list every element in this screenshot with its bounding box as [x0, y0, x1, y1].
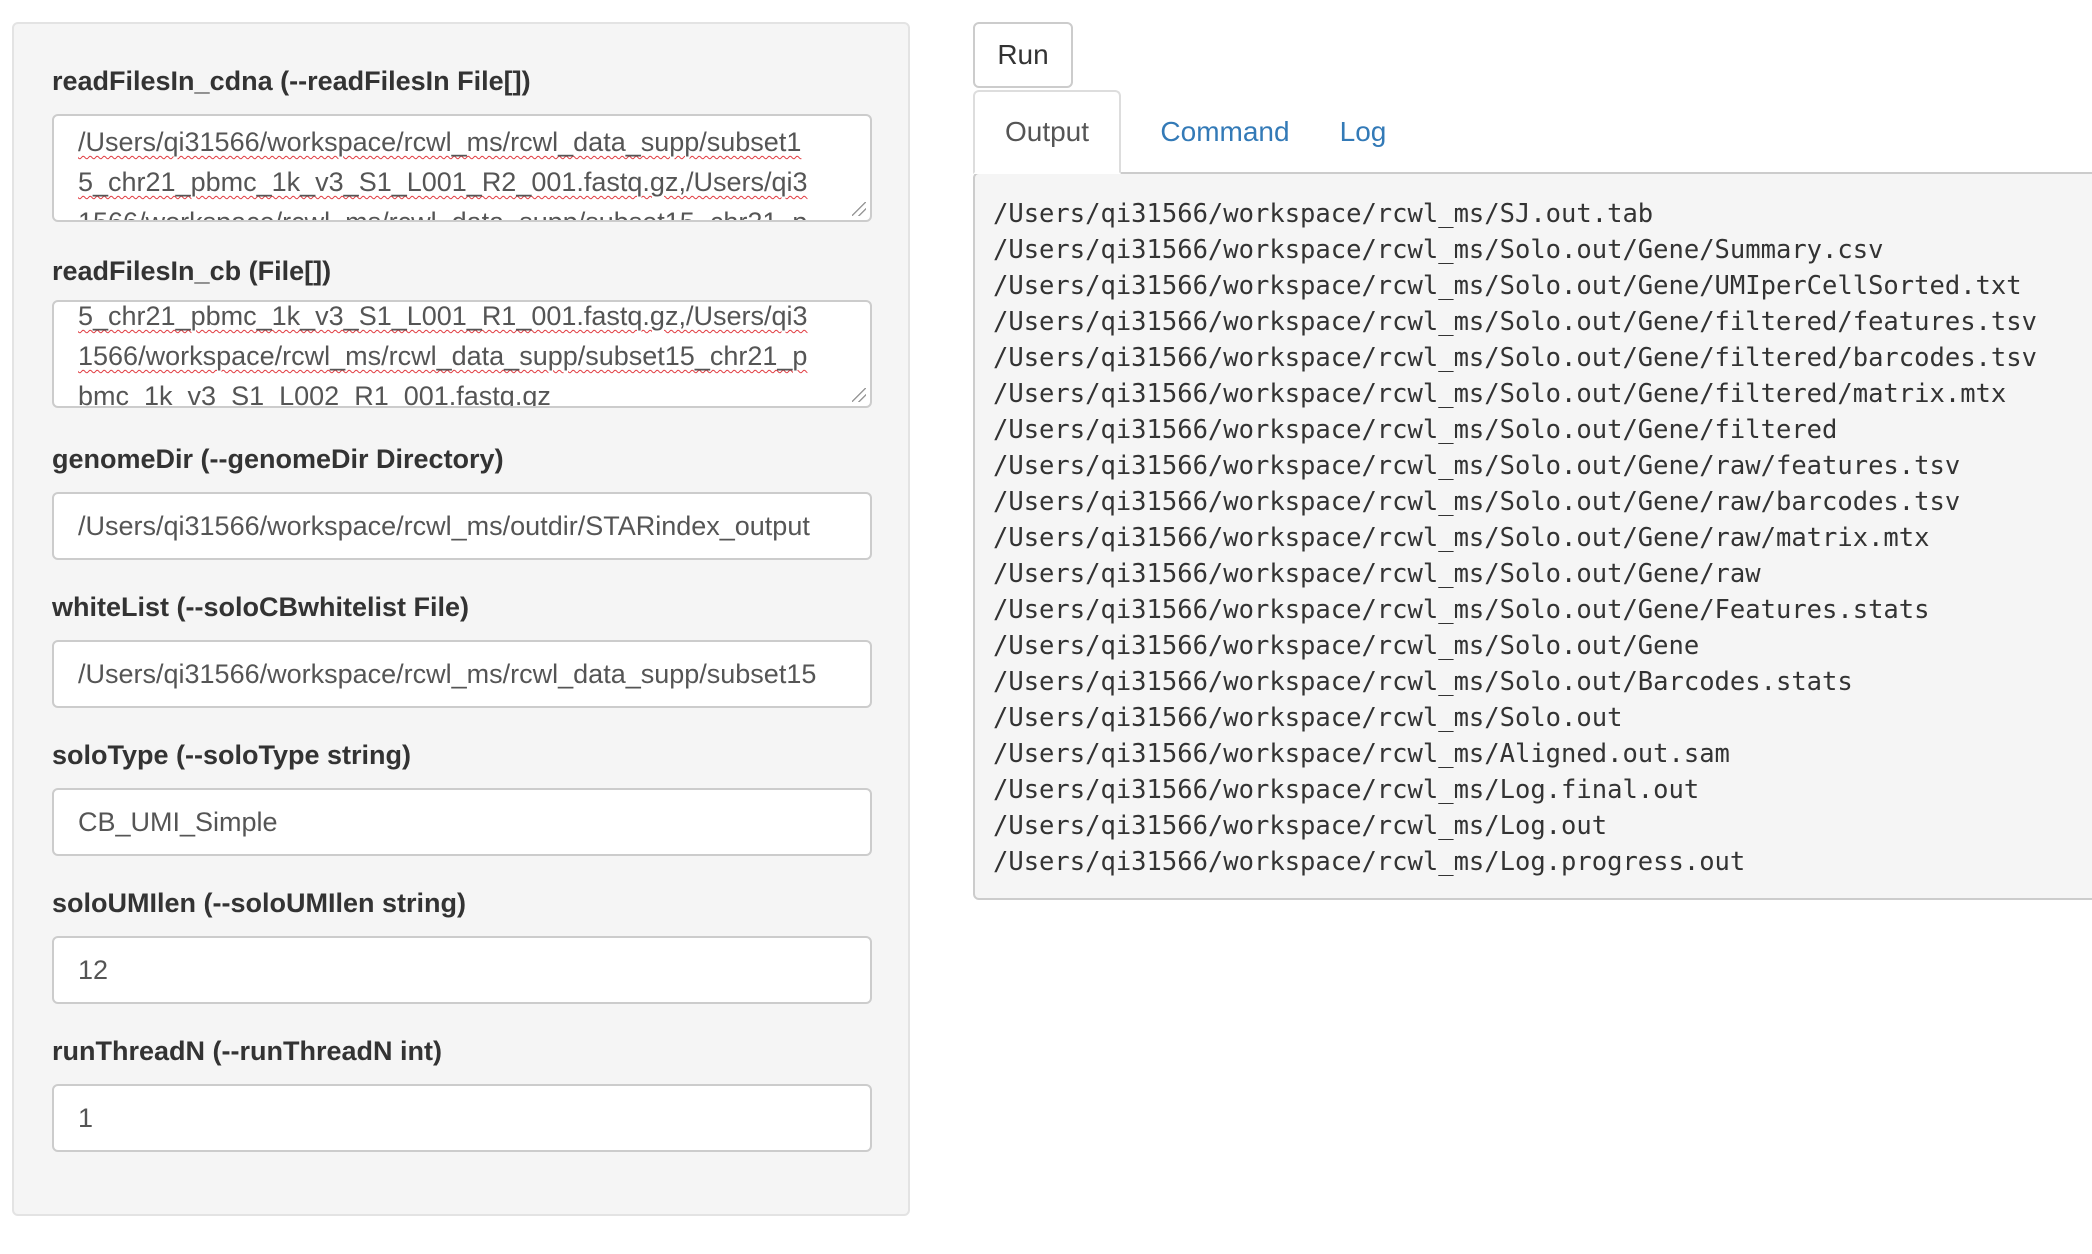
textarea-line: 1566/workspace/rcwl_ms/rcwl_data_supp/su… [78, 207, 808, 222]
output-line: /Users/qi31566/workspace/rcwl_ms/Solo.ou… [993, 667, 1853, 697]
output-line: /Users/qi31566/workspace/rcwl_ms/Solo.ou… [993, 559, 1761, 589]
textarea-line: 1566/workspace/rcwl_ms/rcwl_data_supp/su… [78, 341, 808, 371]
field-label: readFilesIn_cdna (--readFilesIn File[]) [52, 66, 531, 96]
output-line: /Users/qi31566/workspace/rcwl_ms/Solo.ou… [993, 703, 1623, 733]
textarea-line: /Users/qi31566/workspace/rcwl_ms/rcwl_da… [78, 127, 802, 157]
tab-command[interactable]: Command [1133, 90, 1317, 174]
resize-handle-icon[interactable] [852, 388, 866, 402]
output-line: /Users/qi31566/workspace/rcwl_ms/Solo.ou… [993, 271, 2022, 301]
textarea-line: bmc_1k_v3_S1_L002_R1_001.fastq.gz [78, 381, 551, 408]
field-soloumilen: soloUMIlen (--soloUMIlen string) 12 [52, 886, 872, 1004]
textarea-line: 5_chr21_pbmc_1k_v3_S1_L001_R2_001.fastq.… [78, 167, 808, 197]
genomedir-input[interactable]: /Users/qi31566/workspace/rcwl_ms/outdir/… [52, 492, 872, 560]
output-line: /Users/qi31566/workspace/rcwl_ms/Aligned… [993, 739, 1730, 769]
output-line: /Users/qi31566/workspace/rcwl_ms/SJ.out.… [993, 199, 1654, 229]
soloumilen-input[interactable]: 12 [52, 936, 872, 1004]
tab-output[interactable]: Output [973, 90, 1121, 174]
field-genomedir: genomeDir (--genomeDir Directory) /Users… [52, 442, 872, 560]
runthreadn-input[interactable]: 1 [52, 1084, 872, 1152]
field-runthreadn: runThreadN (--runThreadN int) 1 [52, 1034, 872, 1152]
field-label: genomeDir (--genomeDir Directory) [52, 444, 504, 474]
whitelist-input[interactable]: /Users/qi31566/workspace/rcwl_ms/rcwl_da… [52, 640, 872, 708]
output-line: /Users/qi31566/workspace/rcwl_ms/Solo.ou… [993, 631, 1700, 661]
field-label: soloUMIlen (--soloUMIlen string) [52, 888, 466, 918]
output-line: /Users/qi31566/workspace/rcwl_ms/Solo.ou… [993, 451, 1961, 481]
input-form-panel: readFilesIn_cdna (--readFilesIn File[]) … [12, 22, 910, 1216]
readfilesin-cdna-textarea[interactable]: /Users/qi31566/workspace/rcwl_ms/rcwl_da… [52, 114, 872, 222]
output-line: /Users/qi31566/workspace/rcwl_ms/Solo.ou… [993, 307, 2037, 337]
field-label: runThreadN (--runThreadN int) [52, 1036, 442, 1066]
output-line: /Users/qi31566/workspace/rcwl_ms/Solo.ou… [993, 379, 2007, 409]
field-label: soloType (--soloType string) [52, 740, 412, 770]
output-line: /Users/qi31566/workspace/rcwl_ms/Solo.ou… [993, 235, 1884, 265]
field-readfilesin-cb: readFilesIn_cb (File[]) 5_chr21_pbmc_1k_… [52, 254, 872, 408]
output-line: /Users/qi31566/workspace/rcwl_ms/Solo.ou… [993, 523, 1930, 553]
field-whitelist: whiteList (--soloCBwhitelist File) /User… [52, 590, 872, 708]
output-tabs: Output Command Log [973, 90, 2092, 174]
readfilesin-cb-textarea[interactable]: 5_chr21_pbmc_1k_v3_S1_L001_R1_001.fastq.… [52, 300, 872, 408]
output-line: /Users/qi31566/workspace/rcwl_ms/Log.fin… [993, 775, 1700, 805]
tab-log[interactable]: Log [1317, 90, 1409, 174]
resize-handle-icon[interactable] [852, 202, 866, 216]
field-label: whiteList (--soloCBwhitelist File) [52, 592, 469, 622]
output-line: /Users/qi31566/workspace/rcwl_ms/Log.out [993, 811, 1608, 841]
field-label: readFilesIn_cb (File[]) [52, 256, 332, 286]
output-line: /Users/qi31566/workspace/rcwl_ms/Solo.ou… [993, 595, 1930, 625]
output-line: /Users/qi31566/workspace/rcwl_ms/Solo.ou… [993, 415, 1838, 445]
output-panel: /Users/qi31566/workspace/rcwl_ms/SJ.out.… [973, 172, 2092, 900]
textarea-line: 5_chr21_pbmc_1k_v3_S1_L001_R1_001.fastq.… [78, 301, 808, 331]
output-line: /Users/qi31566/workspace/rcwl_ms/Log.pro… [993, 847, 1746, 877]
output-line: /Users/qi31566/workspace/rcwl_ms/Solo.ou… [993, 343, 2037, 373]
output-line: /Users/qi31566/workspace/rcwl_ms/Solo.ou… [993, 487, 1961, 517]
solotype-input[interactable]: CB_UMI_Simple [52, 788, 872, 856]
run-button[interactable]: Run [973, 22, 1073, 88]
field-readfilesin-cdna: readFilesIn_cdna (--readFilesIn File[]) … [52, 64, 872, 222]
field-solotype: soloType (--soloType string) CB_UMI_Simp… [52, 738, 872, 856]
